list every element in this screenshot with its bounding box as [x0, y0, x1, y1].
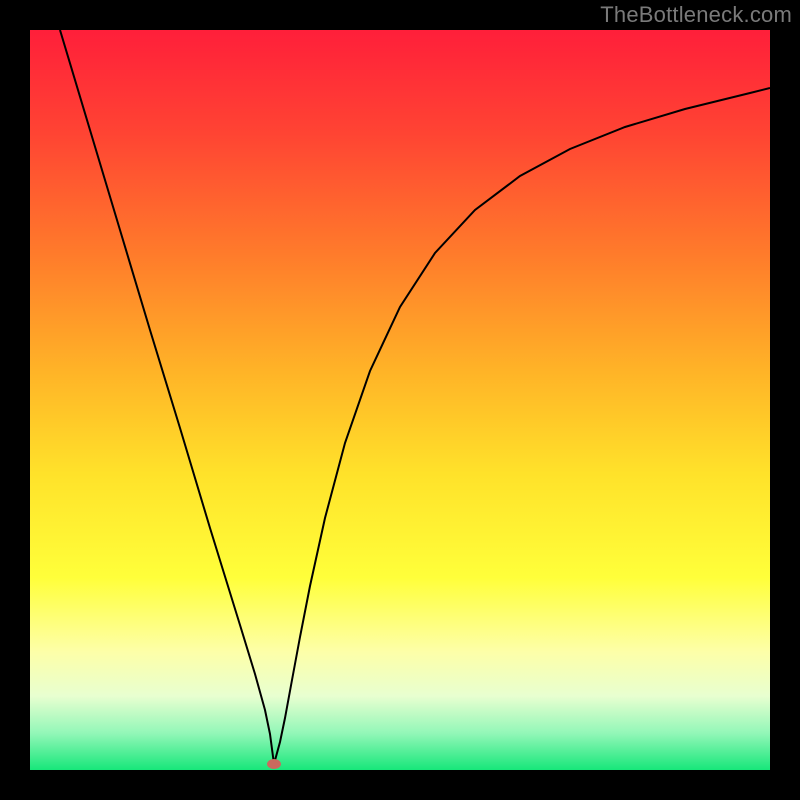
plot-svg — [30, 30, 770, 770]
plot-area — [30, 30, 770, 770]
chart-frame: TheBottleneck.com — [0, 0, 800, 800]
optimum-marker — [267, 759, 281, 769]
watermark-text: TheBottleneck.com — [600, 2, 792, 28]
gradient-background — [30, 30, 770, 770]
